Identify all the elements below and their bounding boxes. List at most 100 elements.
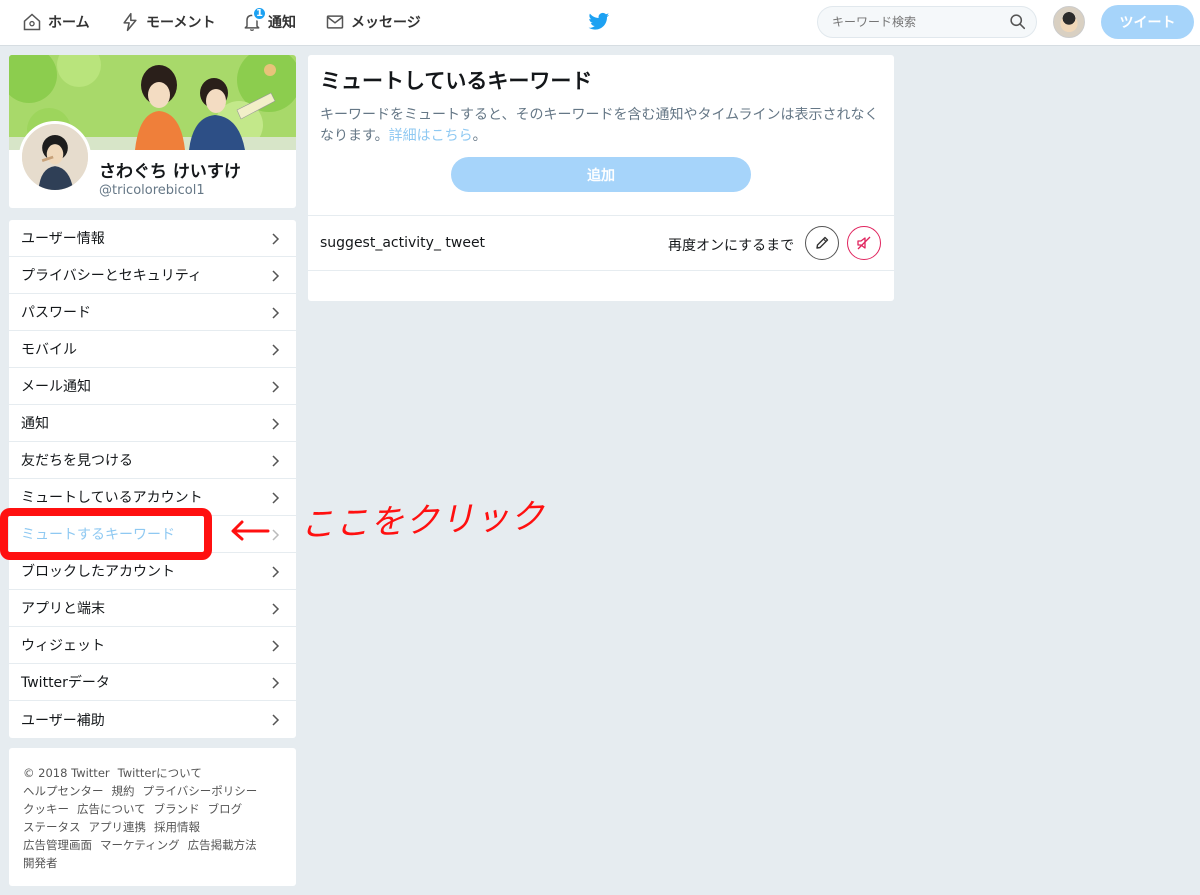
settings-item-label: パスワード bbox=[21, 305, 91, 321]
learn-more-link[interactable]: 詳細はこちら bbox=[389, 128, 473, 144]
lightning-icon bbox=[123, 12, 137, 32]
nav-moments[interactable]: モーメント bbox=[120, 0, 215, 44]
footer-link[interactable]: 規約 bbox=[112, 784, 135, 798]
footer-copyright: © 2018 Twitter bbox=[23, 766, 110, 780]
settings-item-widgets[interactable]: ウィジェット bbox=[9, 627, 296, 664]
footer-link[interactable]: クッキー bbox=[23, 802, 69, 816]
muted-keywords-panel: ミュートしているキーワード キーワードをミュートすると、そのキーワードを含む通知… bbox=[308, 55, 894, 301]
add-keyword-button[interactable]: 追加 bbox=[451, 157, 751, 192]
description-end: 。 bbox=[472, 128, 487, 144]
footer-link[interactable]: 広告管理画面 bbox=[23, 838, 92, 852]
settings-item-label: ブロックしたアカウント bbox=[21, 564, 175, 580]
chevron-right-icon bbox=[272, 233, 280, 245]
settings-item-label: アプリと端末 bbox=[21, 601, 105, 617]
footer-link[interactable]: 広告掲載方法 bbox=[188, 838, 257, 852]
nav-notifications[interactable]: 1 通知 bbox=[242, 0, 296, 44]
footer-row: ヘルプセンター 規約 プライバシーポリシー bbox=[23, 782, 282, 800]
profile-card: さわぐち けいすけ @tricolorebicol1 bbox=[9, 55, 296, 208]
footer-link[interactable]: ヘルプセンター bbox=[23, 784, 104, 798]
settings-item-label: ウィジェット bbox=[21, 638, 105, 654]
muted-keyword-duration: 再度オンにするまで bbox=[668, 238, 795, 254]
settings-item-user-info[interactable]: ユーザー情報 bbox=[9, 220, 296, 257]
unmute-keyword-button[interactable] bbox=[847, 226, 881, 260]
chevron-right-icon bbox=[272, 566, 280, 578]
profile-name[interactable]: さわぐち けいすけ bbox=[99, 157, 241, 182]
footer-row: 開発者 bbox=[23, 854, 282, 872]
footer-link[interactable]: 開発者 bbox=[23, 856, 58, 870]
settings-item-password[interactable]: パスワード bbox=[9, 294, 296, 331]
footer-row: クッキー 広告について ブランド ブログ bbox=[23, 800, 282, 818]
settings-item-mobile[interactable]: モバイル bbox=[9, 331, 296, 368]
footer-link[interactable]: 採用情報 bbox=[154, 820, 200, 834]
settings-item-find-friends[interactable]: 友だちを見つける bbox=[9, 442, 296, 479]
annotation-arrow-icon bbox=[231, 520, 270, 541]
chevron-right-icon bbox=[272, 603, 280, 615]
annotation-text: ここをクリック bbox=[299, 496, 546, 546]
settings-item-label: メール通知 bbox=[21, 379, 91, 395]
pencil-icon bbox=[816, 236, 829, 249]
settings-item-apps-devices[interactable]: アプリと端末 bbox=[9, 590, 296, 627]
profile-handle[interactable]: @tricolorebicol1 bbox=[99, 183, 205, 198]
settings-item-label: 友だちを見つける bbox=[21, 453, 133, 469]
edit-keyword-button[interactable] bbox=[805, 226, 839, 260]
search-icon[interactable] bbox=[1009, 13, 1026, 30]
chevron-right-icon bbox=[272, 714, 280, 726]
settings-item-notifications[interactable]: 通知 bbox=[9, 405, 296, 442]
settings-item-label: ミュートしているアカウント bbox=[21, 490, 203, 506]
muted-keyword-text: suggest_activity_ tweet bbox=[320, 235, 486, 251]
footer-row: © 2018 Twitter Twitterについて bbox=[23, 764, 282, 782]
divider bbox=[308, 270, 894, 271]
muted-speaker-icon bbox=[857, 236, 871, 250]
settings-item-label: モバイル bbox=[21, 342, 77, 358]
divider bbox=[308, 215, 894, 216]
envelope-icon bbox=[326, 15, 344, 29]
profile-avatar[interactable] bbox=[19, 121, 91, 193]
footer-links: © 2018 Twitter Twitterについて ヘルプセンター 規約 プライバシ… bbox=[9, 748, 296, 886]
settings-item-label: 通知 bbox=[21, 416, 49, 432]
chevron-right-icon bbox=[272, 307, 280, 319]
settings-item-twitter-data[interactable]: Twitterデータ bbox=[9, 664, 296, 701]
chevron-right-icon bbox=[272, 418, 280, 430]
nav-messages-label: メッセージ bbox=[351, 15, 421, 31]
settings-menu: ユーザー情報 プライバシーとセキュリティ パスワード モバイル メール通知 通知… bbox=[9, 220, 296, 738]
profile-avatar-image bbox=[22, 124, 88, 190]
settings-item-label: Twitterデータ bbox=[21, 675, 110, 691]
nav-home[interactable]: ホーム bbox=[22, 0, 90, 44]
nav-messages[interactable]: メッセージ bbox=[325, 0, 421, 44]
chevron-right-icon bbox=[272, 344, 280, 356]
settings-item-label: ユーザー補助 bbox=[21, 712, 105, 729]
chevron-right-icon bbox=[272, 677, 280, 689]
footer-row: 広告管理画面 マーケティング 広告掲載方法 bbox=[23, 836, 282, 854]
page-title: ミュートしているキーワード bbox=[320, 69, 593, 93]
user-avatar[interactable] bbox=[1053, 6, 1085, 38]
settings-item-label: ユーザー情報 bbox=[21, 231, 105, 247]
chevron-right-icon bbox=[272, 492, 280, 504]
chevron-right-icon bbox=[272, 529, 280, 541]
nav-moments-label: モーメント bbox=[146, 15, 216, 31]
footer-link[interactable]: マーケティング bbox=[100, 838, 180, 852]
footer-link[interactable]: ブランド bbox=[154, 802, 200, 816]
footer-link[interactable]: アプリ連携 bbox=[89, 820, 147, 834]
chevron-right-icon bbox=[272, 381, 280, 393]
footer-link[interactable]: 広告について bbox=[77, 802, 146, 816]
notification-badge: 1 bbox=[252, 6, 267, 21]
footer-link[interactable]: Twitterについて bbox=[118, 766, 202, 780]
nav-home-label: ホーム bbox=[48, 15, 90, 31]
twitter-bird-icon[interactable] bbox=[588, 12, 610, 32]
chevron-right-icon bbox=[272, 455, 280, 467]
annotation-highlight-box bbox=[0, 508, 212, 560]
settings-item-email-notifications[interactable]: メール通知 bbox=[9, 368, 296, 405]
tweet-button[interactable]: ツイート bbox=[1101, 5, 1194, 39]
settings-item-accessibility[interactable]: ユーザー補助 bbox=[9, 701, 296, 738]
footer-row: ステータス アプリ連携 採用情報 bbox=[23, 818, 282, 836]
footer-link[interactable]: ブログ bbox=[208, 802, 243, 816]
footer-link[interactable]: プライバシーポリシー bbox=[143, 784, 258, 798]
chevron-right-icon bbox=[272, 640, 280, 652]
top-navigation-bar: ホーム モーメント 1 通知 メッセージ ツイート bbox=[0, 0, 1200, 46]
nav-notifications-label: 通知 bbox=[268, 15, 296, 31]
settings-item-privacy-security[interactable]: プライバシーとセキュリティ bbox=[9, 257, 296, 294]
chevron-right-icon bbox=[272, 270, 280, 282]
footer-link[interactable]: ステータス bbox=[23, 820, 81, 834]
search-input[interactable] bbox=[817, 6, 1037, 38]
home-icon bbox=[23, 13, 41, 31]
